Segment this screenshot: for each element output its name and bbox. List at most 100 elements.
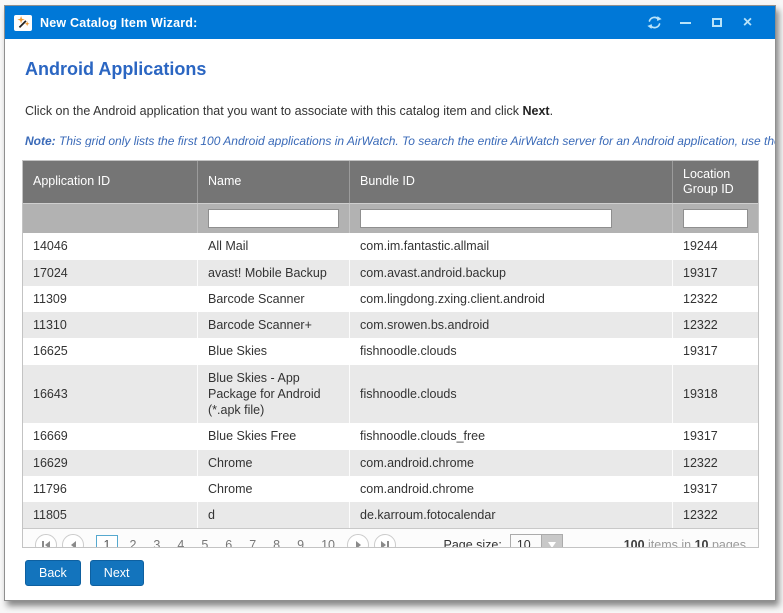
note-label: Note:: [25, 134, 56, 147]
instruction-text: Click on the Android application that yo…: [25, 104, 755, 118]
table-cell: 14046: [23, 233, 198, 259]
chevron-down-icon[interactable]: [541, 535, 562, 548]
summary-mid: items in: [645, 538, 695, 548]
table-cell: 11805: [23, 502, 198, 528]
table-row[interactable]: 11805dde.karroum.fotocalendar12322: [23, 502, 758, 528]
page-title: Android Applications: [25, 59, 755, 80]
note-body: This grid only lists the first 100 Andro…: [56, 134, 775, 147]
column-header-application-id[interactable]: Application ID: [23, 161, 198, 203]
first-page-button[interactable]: [35, 534, 57, 548]
table-row[interactable]: 17024avast! Mobile Backupcom.avast.andro…: [23, 260, 758, 286]
next-button[interactable]: Next: [90, 560, 144, 586]
pager-pages: 123456789 10: [93, 535, 343, 548]
bundle-id-filter-input[interactable]: [360, 209, 612, 228]
page-number-9[interactable]: 9: [291, 536, 310, 548]
table-cell: com.lingdong.zxing.client.android: [350, 286, 673, 312]
table-cell: 12322: [673, 312, 758, 338]
close-icon[interactable]: ×: [732, 10, 763, 36]
pages-count: 10: [695, 538, 709, 548]
table-cell: Barcode Scanner: [198, 286, 350, 312]
grid-filter-row: [23, 203, 758, 233]
location-group-id-filter-input[interactable]: [683, 209, 748, 228]
table-cell: d: [198, 502, 350, 528]
table-cell: 12322: [673, 502, 758, 528]
table-row[interactable]: 11309Barcode Scannercom.lingdong.zxing.c…: [23, 286, 758, 312]
table-row[interactable]: 16629Chromecom.android.chrome12322: [23, 450, 758, 476]
name-filter-input[interactable]: [208, 209, 339, 228]
table-row[interactable]: 16643Blue Skies - App Package for Androi…: [23, 365, 758, 424]
page-size-value: 10: [511, 535, 541, 548]
window-title: New Catalog Item Wizard:: [40, 16, 198, 30]
page-number-4[interactable]: 4: [171, 536, 190, 548]
table-row[interactable]: 16669Blue Skies Freefishnoodle.clouds_fr…: [23, 423, 758, 449]
maximize-icon[interactable]: [701, 10, 732, 36]
table-row[interactable]: 16625Blue Skiesfishnoodle.clouds19317: [23, 338, 758, 364]
previous-page-button[interactable]: [62, 534, 84, 548]
wizard-dialog: New Catalog Item Wizard: × Android Appli…: [4, 5, 776, 601]
wizard-footer: Back Next: [25, 560, 759, 586]
filter-cell-bundle-id: [350, 203, 673, 233]
page-size-dropdown[interactable]: 10: [510, 534, 563, 548]
minimize-icon[interactable]: [670, 10, 701, 36]
table-cell: com.srowen.bs.android: [350, 312, 673, 338]
table-cell: 12322: [673, 286, 758, 312]
table-cell: 11309: [23, 286, 198, 312]
table-cell: avast! Mobile Backup: [198, 260, 350, 286]
grid-body: 14046All Mailcom.im.fantastic.allmail192…: [23, 233, 758, 528]
grid-header-row: Application ID Name Bundle ID Location G…: [23, 161, 758, 203]
filter-cell-location-group-id: [673, 203, 758, 233]
table-cell: Chrome: [198, 476, 350, 502]
page-number-7[interactable]: 7: [243, 536, 262, 548]
column-header-bundle-id[interactable]: Bundle ID: [350, 161, 673, 203]
page-number-6[interactable]: 6: [219, 536, 238, 548]
table-cell: 12322: [673, 450, 758, 476]
back-button[interactable]: Back: [25, 560, 81, 586]
summary-end: pages: [708, 538, 746, 548]
table-cell: com.im.fantastic.allmail: [350, 233, 673, 259]
filter-cell-name: [198, 203, 350, 233]
table-cell: 16629: [23, 450, 198, 476]
table-cell: 17024: [23, 260, 198, 286]
items-count: 100: [624, 538, 645, 548]
table-cell: 16669: [23, 423, 198, 449]
pager-summary: 100 items in 10 pages: [624, 538, 746, 548]
wizard-icon: [14, 15, 32, 31]
table-cell: All Mail: [198, 233, 350, 259]
table-cell: 11310: [23, 312, 198, 338]
page-number-2[interactable]: 2: [123, 536, 142, 548]
page-number-3[interactable]: 3: [147, 536, 166, 548]
page-size-label: Page size:: [443, 538, 501, 548]
table-cell: Barcode Scanner+: [198, 312, 350, 338]
page-number-5[interactable]: 5: [195, 536, 214, 548]
table-cell: 19317: [673, 423, 758, 449]
table-cell: 11796: [23, 476, 198, 502]
dialog-body: Android Applications Click on the Androi…: [5, 39, 775, 600]
table-row[interactable]: 11796Chromecom.android.chrome19317: [23, 476, 758, 502]
instruction-end: .: [550, 104, 553, 118]
table-cell: de.karroum.fotocalendar: [350, 502, 673, 528]
table-cell: 19318: [673, 365, 758, 424]
instruction-main: Click on the Android application that yo…: [25, 104, 523, 118]
applications-grid: Application ID Name Bundle ID Location G…: [22, 160, 759, 548]
table-cell: 19317: [673, 260, 758, 286]
table-row[interactable]: 11310Barcode Scanner+com.srowen.bs.andro…: [23, 312, 758, 338]
table-cell: 19317: [673, 338, 758, 364]
column-header-name[interactable]: Name: [198, 161, 350, 203]
table-cell: Chrome: [198, 450, 350, 476]
page-number-1[interactable]: 1: [96, 535, 119, 548]
refresh-icon[interactable]: [639, 10, 670, 36]
table-row[interactable]: 14046All Mailcom.im.fantastic.allmail192…: [23, 233, 758, 259]
titlebar: New Catalog Item Wizard: ×: [5, 6, 775, 39]
table-cell: Blue Skies - App Package for Android (*.…: [198, 365, 350, 424]
filter-cell-application-id: [23, 203, 198, 233]
page-size-control: Page size: 10: [443, 534, 562, 548]
table-cell: com.android.chrome: [350, 450, 673, 476]
pager-bar: 123456789 10 Page size: 10 100 items in 1…: [23, 528, 758, 548]
page-number-10[interactable]: 10: [315, 536, 341, 548]
column-header-location-group-id[interactable]: Location Group ID: [673, 161, 758, 203]
page-number-8[interactable]: 8: [267, 536, 286, 548]
last-page-button[interactable]: [374, 534, 396, 548]
table-cell: fishnoodle.clouds_free: [350, 423, 673, 449]
next-page-button[interactable]: [347, 534, 369, 548]
table-cell: Blue Skies Free: [198, 423, 350, 449]
